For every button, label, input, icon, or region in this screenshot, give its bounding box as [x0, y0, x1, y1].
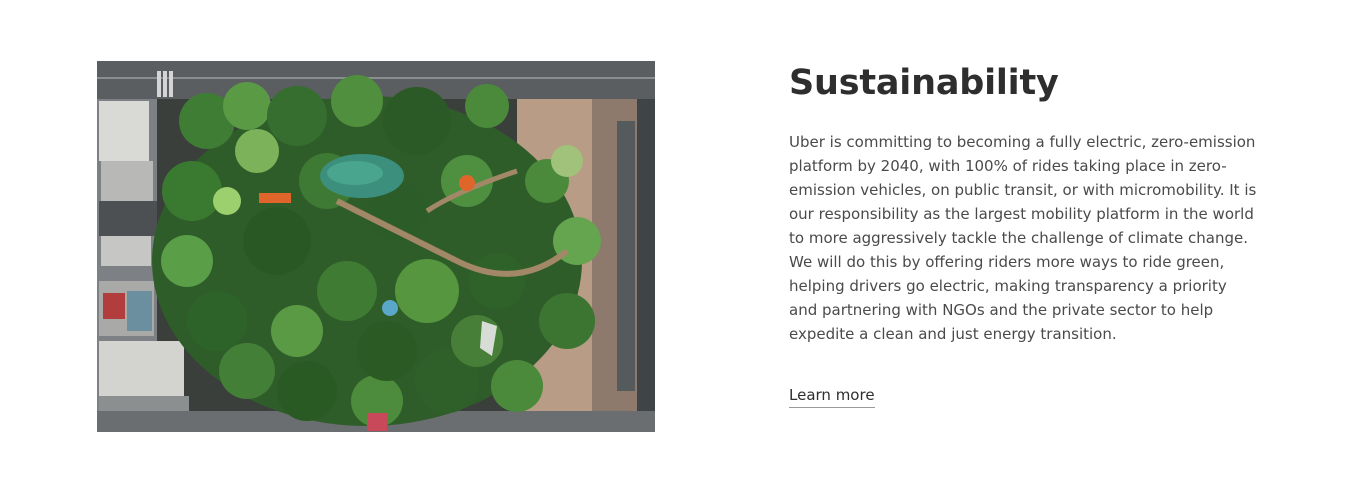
aerial-park-photo: [97, 61, 655, 432]
section-description: Uber is committing to becoming a fully e…: [789, 133, 1257, 343]
learn-more-link[interactable]: Learn more: [789, 384, 875, 408]
sustainability-section: Sustainability Uber is committing to bec…: [0, 0, 1345, 494]
section-title: Sustainability: [789, 63, 1059, 103]
sustainability-content: Sustainability Uber is committing to bec…: [789, 60, 1259, 408]
aerial-park-illustration: [97, 61, 655, 432]
